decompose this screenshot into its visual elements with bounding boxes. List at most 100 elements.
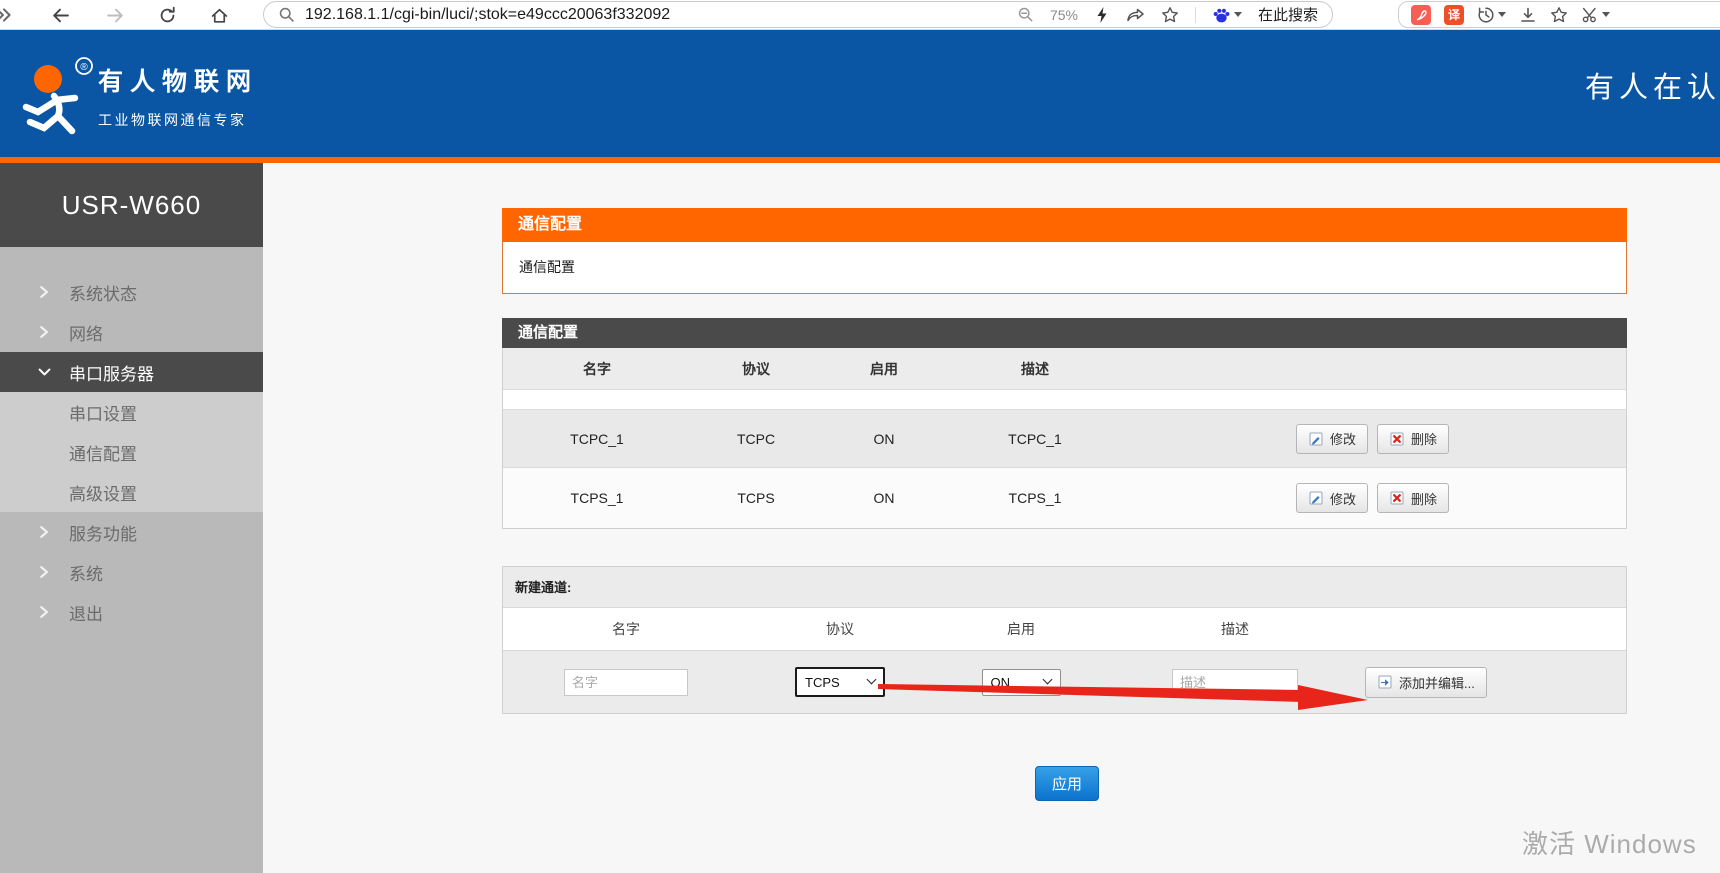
enabled-select[interactable]: ON xyxy=(982,669,1061,696)
web-capture-scissors-icon[interactable] xyxy=(1581,7,1610,23)
delete-button-label: 删除 xyxy=(1411,429,1437,448)
zoom-out-icon[interactable] xyxy=(1017,6,1034,23)
extensions-overflow-icon[interactable] xyxy=(0,3,16,27)
channel-desc-input[interactable] xyxy=(1172,669,1298,696)
sidebar-item-label: 系统 xyxy=(69,560,103,585)
usr-logo-icon: ® xyxy=(12,52,98,140)
add-and-edit-button[interactable]: 添加并编辑... xyxy=(1365,667,1487,698)
page-title-section: 通信配置 通信配置 xyxy=(502,208,1627,294)
add-button-label: 添加并编辑... xyxy=(1399,673,1475,692)
sidebar-item-services[interactable]: 服务功能 xyxy=(0,512,263,552)
svg-text:®: ® xyxy=(80,62,88,73)
brand-block: 有人物联网 工业物联网通信专家 xyxy=(98,62,258,130)
table-row: TCPC_1 TCPC ON TCPC_1 修改 删除 xyxy=(503,410,1626,468)
sidebar-item-system-status[interactable]: 系统状态 xyxy=(0,272,263,312)
chevron-down-icon xyxy=(1602,12,1610,17)
browser-toolbar: 192.168.1.1/cgi-bin/luci/;stok=e49ccc200… xyxy=(0,0,1720,30)
sidebar-item-network[interactable]: 网络 xyxy=(0,312,263,352)
header-slogan: 有人在认真 xyxy=(1585,64,1720,106)
delete-x-icon xyxy=(1389,431,1405,447)
edit-pencil-icon xyxy=(1308,490,1324,506)
delete-x-icon xyxy=(1389,490,1405,506)
edit-button-label: 修改 xyxy=(1330,489,1356,508)
sidebar-item-comm-config[interactable]: 通信配置 xyxy=(0,432,263,472)
new-channel-title: 新建通道: xyxy=(503,567,1626,608)
chevron-right-icon xyxy=(38,325,51,339)
row-protocol: TCPS xyxy=(691,490,821,506)
new-channel-form-row: TCPS ON xyxy=(503,651,1626,713)
delete-button[interactable]: 删除 xyxy=(1377,483,1449,513)
main-content: 通信配置 通信配置 通信配置 名字 协议 启用 描述 TCPC_1 TCPC O… xyxy=(263,163,1720,873)
edit-button-label: 修改 xyxy=(1330,429,1356,448)
address-bar[interactable]: 192.168.1.1/cgi-bin/luci/;stok=e49ccc200… xyxy=(263,1,1333,28)
protocol-select[interactable]: TCPS xyxy=(795,667,885,697)
chevron-down-icon xyxy=(38,365,51,379)
edit-button[interactable]: 修改 xyxy=(1296,483,1368,513)
col-header-protocol: 协议 xyxy=(749,619,931,639)
sidebar-item-system[interactable]: 系统 xyxy=(0,552,263,592)
chevron-right-icon xyxy=(38,565,51,579)
brand-subtitle: 工业物联网通信专家 xyxy=(98,110,258,130)
history-icon[interactable] xyxy=(1477,6,1506,24)
sidebar-item-label: 退出 xyxy=(69,600,103,625)
row-desc: TCPS_1 xyxy=(947,490,1123,506)
url-text[interactable]: 192.168.1.1/cgi-bin/luci/;stok=e49ccc200… xyxy=(305,6,670,24)
search-here-hint[interactable]: 在此搜索 xyxy=(1258,4,1318,25)
channel-name-input[interactable] xyxy=(564,669,688,696)
sidebar-nav: 系统状态 网络 串口服务器 串口设置 通信配置 高级设置 服务功能 xyxy=(0,272,263,632)
site-header: ® 有人物联网 工业物联网通信专家 有人在认真 xyxy=(0,30,1720,163)
share-icon[interactable] xyxy=(1126,6,1145,23)
screen: 192.168.1.1/cgi-bin/luci/;stok=e49ccc200… xyxy=(0,0,1720,873)
sidebar-item-advanced-settings[interactable]: 高级设置 xyxy=(0,472,263,512)
col-header-protocol: 协议 xyxy=(691,359,821,379)
channels-table: 名字 协议 启用 描述 TCPC_1 TCPC ON TCPC_1 修改 xyxy=(502,348,1627,529)
delete-button-label: 删除 xyxy=(1411,489,1437,508)
translate-extension-icon[interactable]: 译 xyxy=(1444,5,1464,25)
home-icon[interactable] xyxy=(207,3,231,27)
sidebar: USR-W660 系统状态 网络 串口服务器 串口设置 通信配置 高级设置 xyxy=(0,163,263,873)
chevron-down-icon xyxy=(1234,12,1242,17)
row-protocol: TCPC xyxy=(691,431,821,447)
row-name: TCPS_1 xyxy=(503,490,691,506)
sidebar-item-label: 服务功能 xyxy=(69,520,137,545)
back-icon[interactable] xyxy=(48,3,72,27)
sidebar-item-label: 高级设置 xyxy=(69,480,137,505)
chevron-right-icon xyxy=(38,285,51,299)
edit-pencil-icon xyxy=(1308,431,1324,447)
col-header-desc: 描述 xyxy=(1111,619,1359,639)
zoom-level: 75% xyxy=(1050,7,1078,23)
chevron-down-icon xyxy=(1498,12,1506,17)
baidu-paw-icon[interactable] xyxy=(1212,6,1242,24)
sidebar-item-label: 通信配置 xyxy=(69,440,137,465)
delete-button[interactable]: 删除 xyxy=(1377,424,1449,454)
lightning-icon[interactable] xyxy=(1094,6,1110,24)
apply-button[interactable]: 应用 xyxy=(1035,766,1099,801)
search-icon xyxy=(278,6,295,23)
sidebar-item-label: 串口服务器 xyxy=(69,360,154,385)
sidebar-item-label: 网络 xyxy=(69,320,103,345)
sidebar-item-serial-settings[interactable]: 串口设置 xyxy=(0,392,263,432)
sidebar-item-label: 系统状态 xyxy=(69,280,137,305)
table-header-row: 名字 协议 启用 描述 xyxy=(503,348,1626,390)
col-header-enabled: 启用 xyxy=(931,619,1111,639)
favorite-star-icon[interactable] xyxy=(1161,6,1179,24)
refresh-icon[interactable] xyxy=(155,3,179,27)
edit-button[interactable]: 修改 xyxy=(1296,424,1368,454)
collections-star-icon[interactable] xyxy=(1550,6,1568,24)
new-channel-header-row: 名字 协议 启用 描述 xyxy=(503,608,1626,651)
sidebar-item-logout[interactable]: 退出 xyxy=(0,592,263,632)
download-icon[interactable] xyxy=(1519,6,1537,24)
add-page-icon xyxy=(1377,674,1393,690)
forward-icon[interactable] xyxy=(103,3,127,27)
sidebar-item-label: 串口设置 xyxy=(69,400,137,425)
col-header-desc: 描述 xyxy=(947,359,1123,379)
table-title: 通信配置 xyxy=(502,318,1627,348)
chevron-right-icon xyxy=(38,605,51,619)
page-title: 通信配置 xyxy=(502,208,1627,242)
page-subtitle: 通信配置 xyxy=(502,242,1627,294)
pdf-extension-icon[interactable] xyxy=(1411,5,1431,25)
sidebar-item-serial-server[interactable]: 串口服务器 xyxy=(0,352,263,392)
col-header-enabled: 启用 xyxy=(821,359,947,379)
extensions-bar: 译 xyxy=(1398,1,1720,28)
new-channel-section: 新建通道: 名字 协议 启用 描述 TCPS xyxy=(502,566,1627,714)
